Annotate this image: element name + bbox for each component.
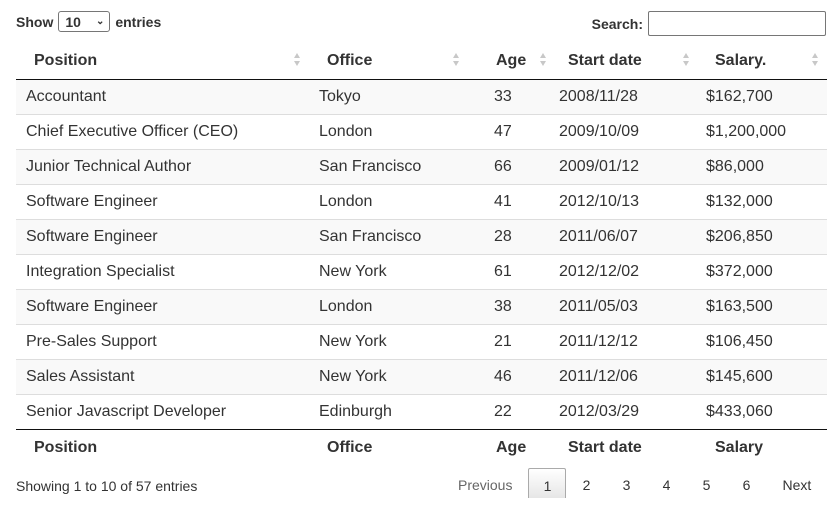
cell-office: Edinburgh	[309, 394, 468, 430]
column-header-start-date[interactable]: Start date	[555, 43, 698, 80]
employee-table: Position Office Age Start date Salary. A…	[16, 43, 827, 466]
table-row[interactable]: Accountant Tokyo 33 2008/11/28 $162,700	[16, 79, 827, 115]
cell-office: San Francisco	[309, 219, 468, 255]
footer-row: Position Office Age Start date Salary	[16, 429, 827, 466]
page-button-4[interactable]: 4	[646, 468, 686, 498]
cell-office: New York	[309, 254, 468, 290]
cell-office: Tokyo	[309, 79, 468, 115]
cell-office: London	[309, 114, 468, 150]
cell-position: Software Engineer	[16, 289, 309, 325]
footer-age: Age	[468, 429, 555, 466]
sort-icon	[683, 53, 690, 69]
previous-button[interactable]: Previous	[443, 468, 528, 498]
column-header-office[interactable]: Office	[309, 43, 468, 80]
cell-position: Software Engineer	[16, 219, 309, 255]
cell-salary: $372,000	[698, 254, 827, 290]
search-control: Search:	[592, 11, 826, 36]
cell-start-date: 2011/05/03	[555, 289, 698, 325]
footer-start-date: Start date	[555, 429, 698, 466]
table-controls: Show 10 ⌄ entries Search:	[16, 11, 826, 39]
cell-start-date: 2011/12/12	[555, 324, 698, 360]
table-row[interactable]: Senior Javascript Developer Edinburgh 22 20…	[16, 394, 827, 430]
header-row: Position Office Age Start date Salary.	[16, 43, 827, 80]
cell-salary: $106,450	[698, 324, 827, 360]
cell-salary: $145,600	[698, 359, 827, 395]
cell-office: London	[309, 184, 468, 220]
cell-age: 33	[468, 79, 555, 115]
cell-start-date: 2011/06/07	[555, 219, 698, 255]
table-row[interactable]: Junior Technical Author San Francisco 66 20…	[16, 149, 827, 185]
entries-select[interactable]: 10 ⌄	[58, 11, 111, 32]
cell-office: London	[309, 289, 468, 325]
cell-salary: $162,700	[698, 79, 827, 115]
cell-salary: $206,850	[698, 219, 827, 255]
sort-icon	[453, 53, 460, 69]
footer-salary: Salary	[698, 429, 827, 466]
footer-position: Position	[16, 429, 309, 466]
search-label: Search:	[591, 15, 643, 32]
page-button-6[interactable]: 6	[726, 468, 766, 498]
sort-icon	[294, 53, 301, 69]
table-row[interactable]: Software Engineer London 41 2012/10/13 $132,…	[16, 184, 827, 220]
cell-office: New York	[309, 324, 468, 360]
page-button-1[interactable]: 1	[528, 468, 567, 498]
cell-salary: $1,200,000	[698, 114, 827, 150]
table-row[interactable]: Software Engineer San Francisco 28 2011/06/…	[16, 219, 827, 255]
entries-label: entries	[115, 13, 162, 30]
cell-salary: $86,000	[698, 149, 827, 185]
entries-length-control: Show 10 ⌄ entries	[16, 11, 161, 32]
cell-start-date: 2009/10/09	[555, 114, 698, 150]
table-info: Showing 1 to 10 of 57 entries	[16, 478, 198, 494]
cell-salary: $163,500	[698, 289, 827, 325]
cell-age: 66	[468, 149, 555, 185]
table-row[interactable]: Chief Executive Officer (CEO) London 47 200…	[16, 114, 827, 150]
cell-office: New York	[309, 359, 468, 395]
cell-position: Senior Javascript Developer	[16, 394, 309, 430]
entries-select-value: 10	[65, 13, 81, 30]
cell-age: 22	[468, 394, 555, 430]
chevron-down-icon: ⌄	[95, 16, 105, 27]
pagination: Previous 123456 Next	[443, 468, 825, 498]
cell-start-date: 2009/01/12	[555, 149, 698, 185]
column-header-age[interactable]: Age	[468, 43, 555, 80]
cell-salary: $433,060	[698, 394, 827, 430]
cell-position: Integration Specialist	[16, 254, 309, 290]
cell-position: Software Engineer	[16, 184, 309, 220]
cell-age: 28	[468, 219, 555, 255]
cell-age: 38	[468, 289, 555, 325]
cell-salary: $132,000	[698, 184, 827, 220]
page-button-3[interactable]: 3	[606, 468, 646, 498]
cell-start-date: 2012/10/13	[555, 184, 698, 220]
page-button-5[interactable]: 5	[686, 468, 726, 498]
table-row[interactable]: Integration Specialist New York 61 2012/12/…	[16, 254, 827, 290]
cell-start-date: 2012/12/02	[555, 254, 698, 290]
cell-start-date: 2011/12/06	[555, 359, 698, 395]
cell-position: Sales Assistant	[16, 359, 309, 395]
footer-office: Office	[309, 429, 468, 466]
show-label: Show	[16, 13, 54, 30]
cell-position: Pre-Sales Support	[16, 324, 309, 360]
cell-start-date: 2008/11/28	[555, 79, 698, 115]
cell-start-date: 2012/03/29	[555, 394, 698, 430]
table-row[interactable]: Software Engineer London 38 2011/05/03 $163,…	[16, 289, 827, 325]
cell-position: Junior Technical Author	[16, 149, 309, 185]
cell-age: 46	[468, 359, 555, 395]
cell-age: 41	[468, 184, 555, 220]
cell-age: 21	[468, 324, 555, 360]
sort-icon	[812, 53, 819, 69]
sort-icon	[540, 53, 547, 69]
table-row[interactable]: Sales Assistant New York 46 2011/12/06 $145,…	[16, 359, 827, 395]
page-button-2[interactable]: 2	[566, 468, 606, 498]
cell-office: San Francisco	[309, 149, 468, 185]
cell-position: Accountant	[16, 79, 309, 115]
search-input[interactable]	[648, 11, 826, 36]
cell-age: 47	[468, 114, 555, 150]
column-header-salary[interactable]: Salary.	[698, 43, 827, 80]
column-header-position[interactable]: Position	[16, 43, 309, 80]
cell-age: 61	[468, 254, 555, 290]
table-row[interactable]: Pre-Sales Support New York 21 2011/12/12 $10…	[16, 324, 827, 360]
cell-position: Chief Executive Officer (CEO)	[16, 114, 309, 150]
next-button[interactable]: Next	[766, 468, 825, 498]
